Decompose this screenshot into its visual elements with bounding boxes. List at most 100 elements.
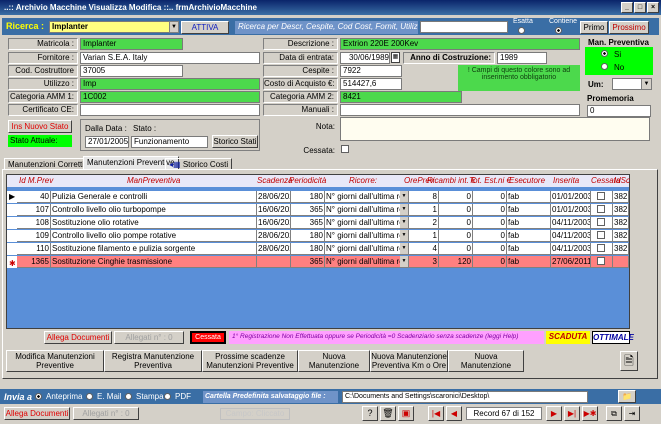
cessata-checkbox[interactable]	[597, 231, 605, 239]
table-row[interactable]: 110 Sostituzione filamento e pulizia sorg…	[7, 243, 629, 255]
prev-record-icon[interactable]: ◀	[446, 406, 462, 421]
ricorre-dropdown-icon[interactable]: ▼	[400, 243, 408, 254]
cell-ricambi: 0	[439, 217, 473, 229]
primo-button[interactable]: Primo	[580, 21, 608, 34]
registra-manutenzione-button[interactable]: Registra Manutenzione Preventiva	[104, 350, 202, 372]
storico-stati-button[interactable]: Storico Stati	[212, 135, 258, 148]
cod-costruttore-field[interactable]: 37005	[80, 65, 183, 77]
table-row[interactable]: 1365 Sostituzione Cinghie trasmissione 365…	[7, 256, 629, 268]
cell-ricorre[interactable]: N° giorni dall'ultima registr▼	[325, 217, 409, 229]
table-row[interactable]: 40Pulizia Generale e controlli28/06/2011…	[7, 191, 629, 203]
ricorre-dropdown-icon[interactable]: ▼	[400, 230, 408, 241]
matricola-field[interactable]: Implanter	[80, 38, 183, 50]
window-title: ..:: Archivio Macchine Visualizza Modifi…	[0, 0, 661, 15]
pdf-radio[interactable]	[164, 393, 171, 400]
exit-icon[interactable]: ⇥	[624, 406, 640, 421]
cell-ricorre[interactable]: N° giorni dall'ultima registr▼	[325, 191, 409, 203]
report-icon[interactable]: 🗎	[620, 351, 638, 371]
stato-field[interactable]: Funzionamento	[131, 136, 208, 148]
categoria-amm2-field[interactable]: 8421	[340, 91, 462, 103]
first-record-icon[interactable]: |◀	[428, 406, 444, 421]
ricorre-dropdown-icon[interactable]: ▼	[400, 204, 408, 215]
cespite-field[interactable]: 7922	[340, 65, 402, 77]
cessata-checkbox[interactable]	[341, 145, 349, 153]
email-radio[interactable]	[86, 393, 93, 400]
calendar-icon[interactable]: ▦	[391, 52, 400, 63]
footer-allega-button[interactable]: Allega Documenti	[4, 407, 70, 420]
nuova-manutenzione-km-ore-button[interactable]: Nuova Manutenzione Preventiva Km o Ore	[370, 350, 448, 372]
dalla-data-field[interactable]: 27/01/2005	[85, 136, 129, 148]
cell-cessata[interactable]	[591, 243, 613, 255]
cell-cessata[interactable]	[591, 256, 613, 268]
cessata-checkbox[interactable]	[597, 192, 605, 200]
cell-cessata[interactable]	[591, 230, 613, 242]
cell-id: 108	[17, 217, 51, 229]
minimize-icon[interactable]: _	[621, 2, 633, 13]
cessata-checkbox[interactable]	[597, 257, 605, 265]
prossime-scadenze-button[interactable]: Prossime scadenze Manutenzioni Preventiv…	[202, 350, 298, 372]
ricorre-dropdown-icon[interactable]: ▼	[400, 256, 408, 267]
nota-field[interactable]	[340, 117, 650, 141]
table-row[interactable]: 109 Controllo livello olio pompe rotative…	[7, 230, 629, 242]
stampa-radio[interactable]	[125, 393, 132, 400]
anno-costruzione-field[interactable]: 1989	[497, 52, 547, 64]
cell-ricorre[interactable]: N° giorni dall'ultima registr▼	[325, 256, 409, 268]
cell-id: 40	[17, 191, 51, 203]
um-dropdown-icon[interactable]: ▼	[641, 79, 651, 89]
table-row[interactable]: 108Sostituzione olio rotative16/06/20123…	[7, 217, 629, 229]
descrizione-field[interactable]: Extrion 220E 200Kev	[340, 38, 580, 50]
manuali-field[interactable]	[340, 104, 580, 116]
cell-id: 107	[17, 204, 51, 216]
help-icon[interactable]: ?	[362, 406, 378, 421]
costo-field[interactable]: 514427,6	[340, 78, 402, 90]
cell-ricorre[interactable]: N° giorni dall'ultima registr▼	[325, 204, 409, 216]
attiva-button[interactable]: ATTIVA	[181, 21, 229, 34]
cell-ricorre[interactable]: N° giorni dall'ultima registr▼	[325, 243, 409, 255]
promemoria-field[interactable]: 0	[587, 105, 651, 117]
close-icon[interactable]: ×	[647, 2, 659, 13]
cartella-browse-icon[interactable]: 📁	[618, 390, 636, 403]
um-field[interactable]: ▼	[612, 78, 652, 90]
search-input[interactable]: Implanter	[49, 21, 178, 33]
cell-cessata[interactable]	[591, 204, 613, 216]
cessata-checkbox[interactable]	[597, 205, 605, 213]
cell-inserita: 27/06/2011	[551, 256, 591, 268]
contiene-radio[interactable]	[555, 27, 562, 34]
certificato-field[interactable]	[80, 104, 260, 116]
nuova-manutenzione-preventiva-button[interactable]: Nuova Manutenzione Preventiva	[298, 350, 370, 372]
fornitore-field[interactable]: Varian S.E.A. Italy	[80, 52, 260, 64]
delete-icon[interactable]: 🗑	[380, 406, 396, 421]
table-row[interactable]: 107 Controllo livello olio turbopompe 16/0…	[7, 204, 629, 216]
ins-nuovo-stato-button[interactable]: Ins Nuovo Stato	[8, 120, 72, 133]
esatta-radio[interactable]	[518, 27, 525, 34]
anteprima-radio[interactable]	[35, 393, 42, 400]
cell-idsc: 382	[613, 204, 629, 216]
search-dropdown-icon[interactable]: ▼	[169, 21, 179, 33]
last-record-icon[interactable]: ▶|	[564, 406, 580, 421]
utilizzo-field[interactable]: Imp	[80, 78, 260, 90]
cessata-checkbox[interactable]	[597, 218, 605, 226]
man-preventiva-si-radio[interactable]	[601, 50, 608, 57]
cartella-field[interactable]: C:\Documents and Settings\scaronici\Desk…	[342, 391, 588, 403]
legend-ottimale: OTTIMALE	[592, 331, 634, 344]
save-icon[interactable]: ▣	[398, 406, 414, 421]
man-preventiva-no-radio[interactable]	[601, 63, 608, 70]
new-record-icon[interactable]: ▶✱	[582, 406, 598, 421]
maximize-icon[interactable]: □	[634, 2, 646, 13]
cessata-checkbox[interactable]	[597, 244, 605, 252]
prossimo-button[interactable]: Prossimo	[609, 21, 649, 34]
ricorre-dropdown-icon[interactable]: ▼	[400, 217, 408, 228]
cell-cessata[interactable]	[591, 217, 613, 229]
categoria-amm1-field[interactable]: 1C002	[80, 91, 260, 103]
grid-allega-button[interactable]: Allega Documenti	[44, 331, 112, 344]
nuova-manutenzione-correttiva-button[interactable]: Nuova Manutenzione correttiva	[448, 350, 524, 372]
data-entrata-field[interactable]: 30/06/1989	[340, 52, 390, 64]
next-record-icon[interactable]: ▶	[546, 406, 562, 421]
modifica-manutenzioni-button[interactable]: Modifica Manutenzioni Preventive	[6, 350, 104, 372]
cell-ricorre[interactable]: N° giorni dall'ultima registr▼	[325, 230, 409, 242]
cell-oreprev: 4	[409, 243, 439, 255]
copy-icon[interactable]: ⧉	[606, 406, 622, 421]
search-extra-input[interactable]	[420, 21, 508, 33]
cell-cessata[interactable]	[591, 191, 613, 203]
ricorre-dropdown-icon[interactable]: ▼	[400, 191, 408, 202]
